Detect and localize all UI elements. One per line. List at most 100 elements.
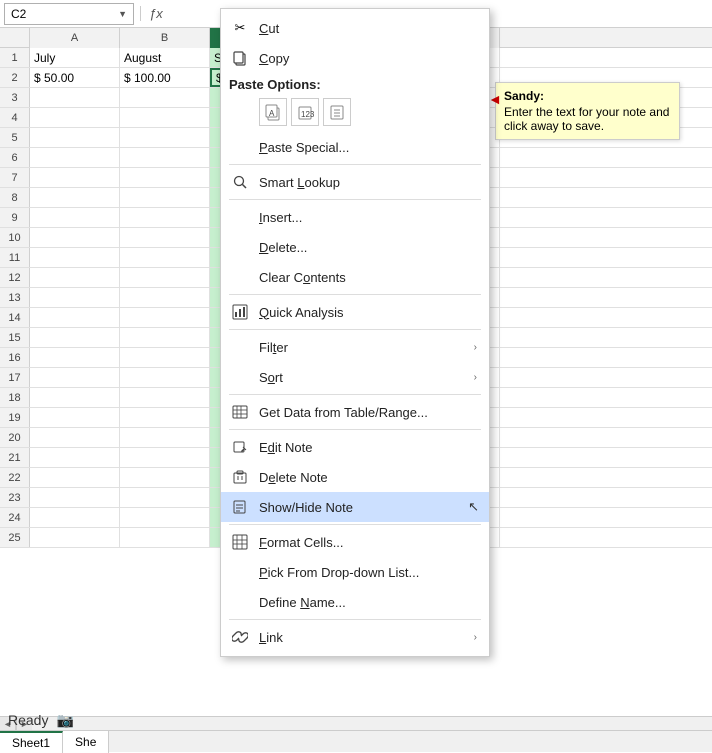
menu-item-define-name[interactable]: Define Name... bbox=[221, 587, 489, 617]
quick-analysis-icon bbox=[229, 302, 251, 322]
svg-text:123: 123 bbox=[301, 110, 314, 119]
menu-item-get-data[interactable]: Get Data from Table/Range... bbox=[221, 397, 489, 427]
row-number: 20 bbox=[0, 428, 30, 447]
cell[interactable]: August bbox=[120, 48, 210, 67]
menu-item-format-cells[interactable]: Format Cells... bbox=[221, 527, 489, 557]
row-num-header bbox=[0, 28, 30, 47]
separator-5 bbox=[229, 394, 481, 395]
cell[interactable] bbox=[120, 288, 210, 307]
row-number: 22 bbox=[0, 468, 30, 487]
menu-item-cut[interactable]: ✂ Cut bbox=[221, 13, 489, 43]
cell[interactable] bbox=[120, 488, 210, 507]
menu-item-show-hide-note[interactable]: Show/Hide Note ↖ bbox=[221, 492, 489, 522]
cell[interactable] bbox=[30, 108, 120, 127]
cell[interactable] bbox=[30, 188, 120, 207]
cell[interactable] bbox=[120, 328, 210, 347]
cell[interactable] bbox=[120, 128, 210, 147]
cell[interactable] bbox=[30, 368, 120, 387]
cell[interactable] bbox=[30, 468, 120, 487]
cell[interactable] bbox=[120, 368, 210, 387]
cell[interactable] bbox=[30, 428, 120, 447]
cell[interactable]: $ 50.00 bbox=[30, 68, 120, 87]
cell[interactable] bbox=[120, 448, 210, 467]
paste-options-header: Paste Options: bbox=[221, 73, 489, 94]
cell[interactable] bbox=[30, 208, 120, 227]
row-number: 6 bbox=[0, 148, 30, 167]
cell[interactable] bbox=[120, 108, 210, 127]
menu-item-copy[interactable]: Copy bbox=[221, 43, 489, 73]
menu-item-paste-special[interactable]: Paste Special... bbox=[221, 132, 489, 162]
cell[interactable] bbox=[120, 148, 210, 167]
cell[interactable] bbox=[30, 408, 120, 427]
cell[interactable] bbox=[30, 148, 120, 167]
cell[interactable] bbox=[30, 448, 120, 467]
cell[interactable] bbox=[30, 88, 120, 107]
cell[interactable] bbox=[30, 528, 120, 547]
cell[interactable]: July bbox=[30, 48, 120, 67]
cell[interactable] bbox=[120, 348, 210, 367]
menu-define-name-label: Define Name... bbox=[259, 595, 477, 610]
cell[interactable] bbox=[30, 248, 120, 267]
menu-item-edit-note[interactable]: Edit Note bbox=[221, 432, 489, 462]
row-number: 9 bbox=[0, 208, 30, 227]
cell[interactable] bbox=[120, 308, 210, 327]
cell[interactable]: $ 100.00 bbox=[120, 68, 210, 87]
fx-icon: ƒx bbox=[140, 6, 169, 21]
row-number: 23 bbox=[0, 488, 30, 507]
cell[interactable] bbox=[30, 128, 120, 147]
cell[interactable] bbox=[120, 208, 210, 227]
cell[interactable] bbox=[120, 248, 210, 267]
cell[interactable] bbox=[120, 408, 210, 427]
cell[interactable] bbox=[30, 268, 120, 287]
paste-special-icon bbox=[229, 137, 251, 157]
cell[interactable] bbox=[30, 168, 120, 187]
cell[interactable] bbox=[30, 308, 120, 327]
paste-opt-btn-1[interactable]: A bbox=[259, 98, 287, 126]
show-hide-note-icon bbox=[229, 497, 251, 517]
h-scroll[interactable]: ◄ ► bbox=[0, 716, 712, 730]
menu-item-filter[interactable]: Filter › bbox=[221, 332, 489, 362]
menu-item-pick-dropdown[interactable]: Pick From Drop-down List... bbox=[221, 557, 489, 587]
cell[interactable] bbox=[30, 228, 120, 247]
col-header-b[interactable]: B bbox=[120, 28, 210, 48]
cell[interactable] bbox=[30, 328, 120, 347]
col-header-a[interactable]: A bbox=[30, 28, 120, 48]
cell[interactable] bbox=[120, 228, 210, 247]
cell[interactable] bbox=[120, 268, 210, 287]
cell[interactable] bbox=[30, 508, 120, 527]
paste-opt-btn-3[interactable] bbox=[323, 98, 351, 126]
menu-item-smart-lookup[interactable]: Smart Lookup bbox=[221, 167, 489, 197]
cell[interactable] bbox=[120, 508, 210, 527]
cell[interactable] bbox=[30, 348, 120, 367]
menu-item-insert[interactable]: Insert... bbox=[221, 202, 489, 232]
cell[interactable] bbox=[120, 468, 210, 487]
cell[interactable] bbox=[120, 388, 210, 407]
menu-sort-label: Sort bbox=[259, 370, 466, 385]
cell[interactable] bbox=[120, 168, 210, 187]
menu-item-sort[interactable]: Sort › bbox=[221, 362, 489, 392]
cell[interactable] bbox=[30, 488, 120, 507]
sheet-tab-she[interactable]: She bbox=[63, 731, 109, 753]
menu-item-link[interactable]: Link › bbox=[221, 622, 489, 652]
edit-note-icon bbox=[229, 437, 251, 457]
menu-insert-label: Insert... bbox=[259, 210, 477, 225]
row-number: 15 bbox=[0, 328, 30, 347]
cell[interactable] bbox=[30, 288, 120, 307]
cell[interactable] bbox=[120, 428, 210, 447]
paste-opt-btn-2[interactable]: 123 bbox=[291, 98, 319, 126]
cell[interactable] bbox=[120, 88, 210, 107]
note-text: Enter the text for your note and click a… bbox=[504, 105, 671, 133]
delete-note-icon bbox=[229, 467, 251, 487]
cell-ref-dropdown-icon[interactable]: ▼ bbox=[118, 9, 127, 19]
cell[interactable] bbox=[30, 388, 120, 407]
cell-ref-box[interactable]: C2 ▼ bbox=[4, 3, 134, 25]
menu-item-clear-contents[interactable]: Clear Contents bbox=[221, 262, 489, 292]
row-number: 3 bbox=[0, 88, 30, 107]
menu-item-delete[interactable]: Delete... bbox=[221, 232, 489, 262]
cell[interactable] bbox=[120, 528, 210, 547]
menu-item-quick-analysis[interactable]: Quick Analysis bbox=[221, 297, 489, 327]
sheet-tab-sheet1[interactable]: Sheet1 bbox=[0, 731, 63, 753]
menu-item-delete-note[interactable]: Delete Note bbox=[221, 462, 489, 492]
cell[interactable] bbox=[120, 188, 210, 207]
separator-1 bbox=[229, 164, 481, 165]
